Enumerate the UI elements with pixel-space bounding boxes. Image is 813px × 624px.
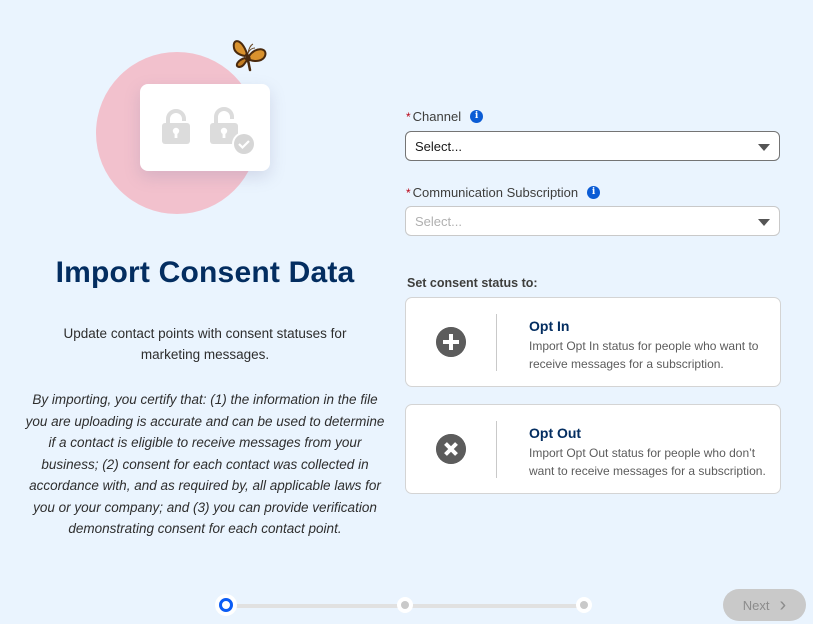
x-circle-icon <box>436 434 466 464</box>
subscription-label: * Communication Subscription i <box>406 185 601 200</box>
chevron-down-icon <box>758 219 770 226</box>
next-button[interactable]: Next › <box>723 589 806 621</box>
next-button-label: Next <box>742 597 770 613</box>
subscription-label-text: Communication Subscription <box>412 185 579 200</box>
channel-select-value: Select... <box>415 138 462 154</box>
plus-circle-icon <box>436 327 466 357</box>
opt-in-title: Opt In <box>529 318 570 334</box>
divider <box>496 421 497 478</box>
consent-status-label: Set consent status to: <box>407 276 538 290</box>
page-subtitle: Update contact points with consent statu… <box>63 326 347 362</box>
channel-label-text: Channel <box>412 109 462 124</box>
channel-label: * Channel i <box>406 109 484 124</box>
lock-icon <box>162 109 190 144</box>
opt-in-description: Import Opt In status for people who want… <box>529 339 759 371</box>
opt-out-title: Opt Out <box>529 425 582 441</box>
progress-step-1-current[interactable] <box>215 594 237 616</box>
certification-text: By importing, you certify that: (1) the … <box>25 392 385 536</box>
opt-out-description: Import Opt Out status for people who don… <box>529 446 766 478</box>
unlock-check-icon <box>210 107 256 156</box>
opt-in-option[interactable]: Opt In Import Opt In status for people w… <box>405 297 781 387</box>
butterfly-icon <box>232 40 267 72</box>
subscription-select[interactable]: Select... <box>405 206 780 236</box>
channel-select[interactable]: Select... <box>405 131 780 161</box>
page-title: Import Consent Data <box>55 256 355 289</box>
divider <box>496 314 497 371</box>
progress-step-3[interactable] <box>576 597 592 613</box>
chevron-right-icon: › <box>779 594 787 616</box>
opt-out-option[interactable]: Opt Out Import Opt Out status for people… <box>405 404 781 494</box>
subscription-select-placeholder: Select... <box>415 213 462 229</box>
hero-card <box>140 84 270 171</box>
required-marker: * <box>406 185 411 200</box>
progress-step-2[interactable] <box>397 597 413 613</box>
info-icon[interactable]: i <box>587 186 601 199</box>
info-icon[interactable]: i <box>470 110 484 123</box>
required-marker: * <box>406 109 411 124</box>
chevron-down-icon <box>758 144 770 151</box>
